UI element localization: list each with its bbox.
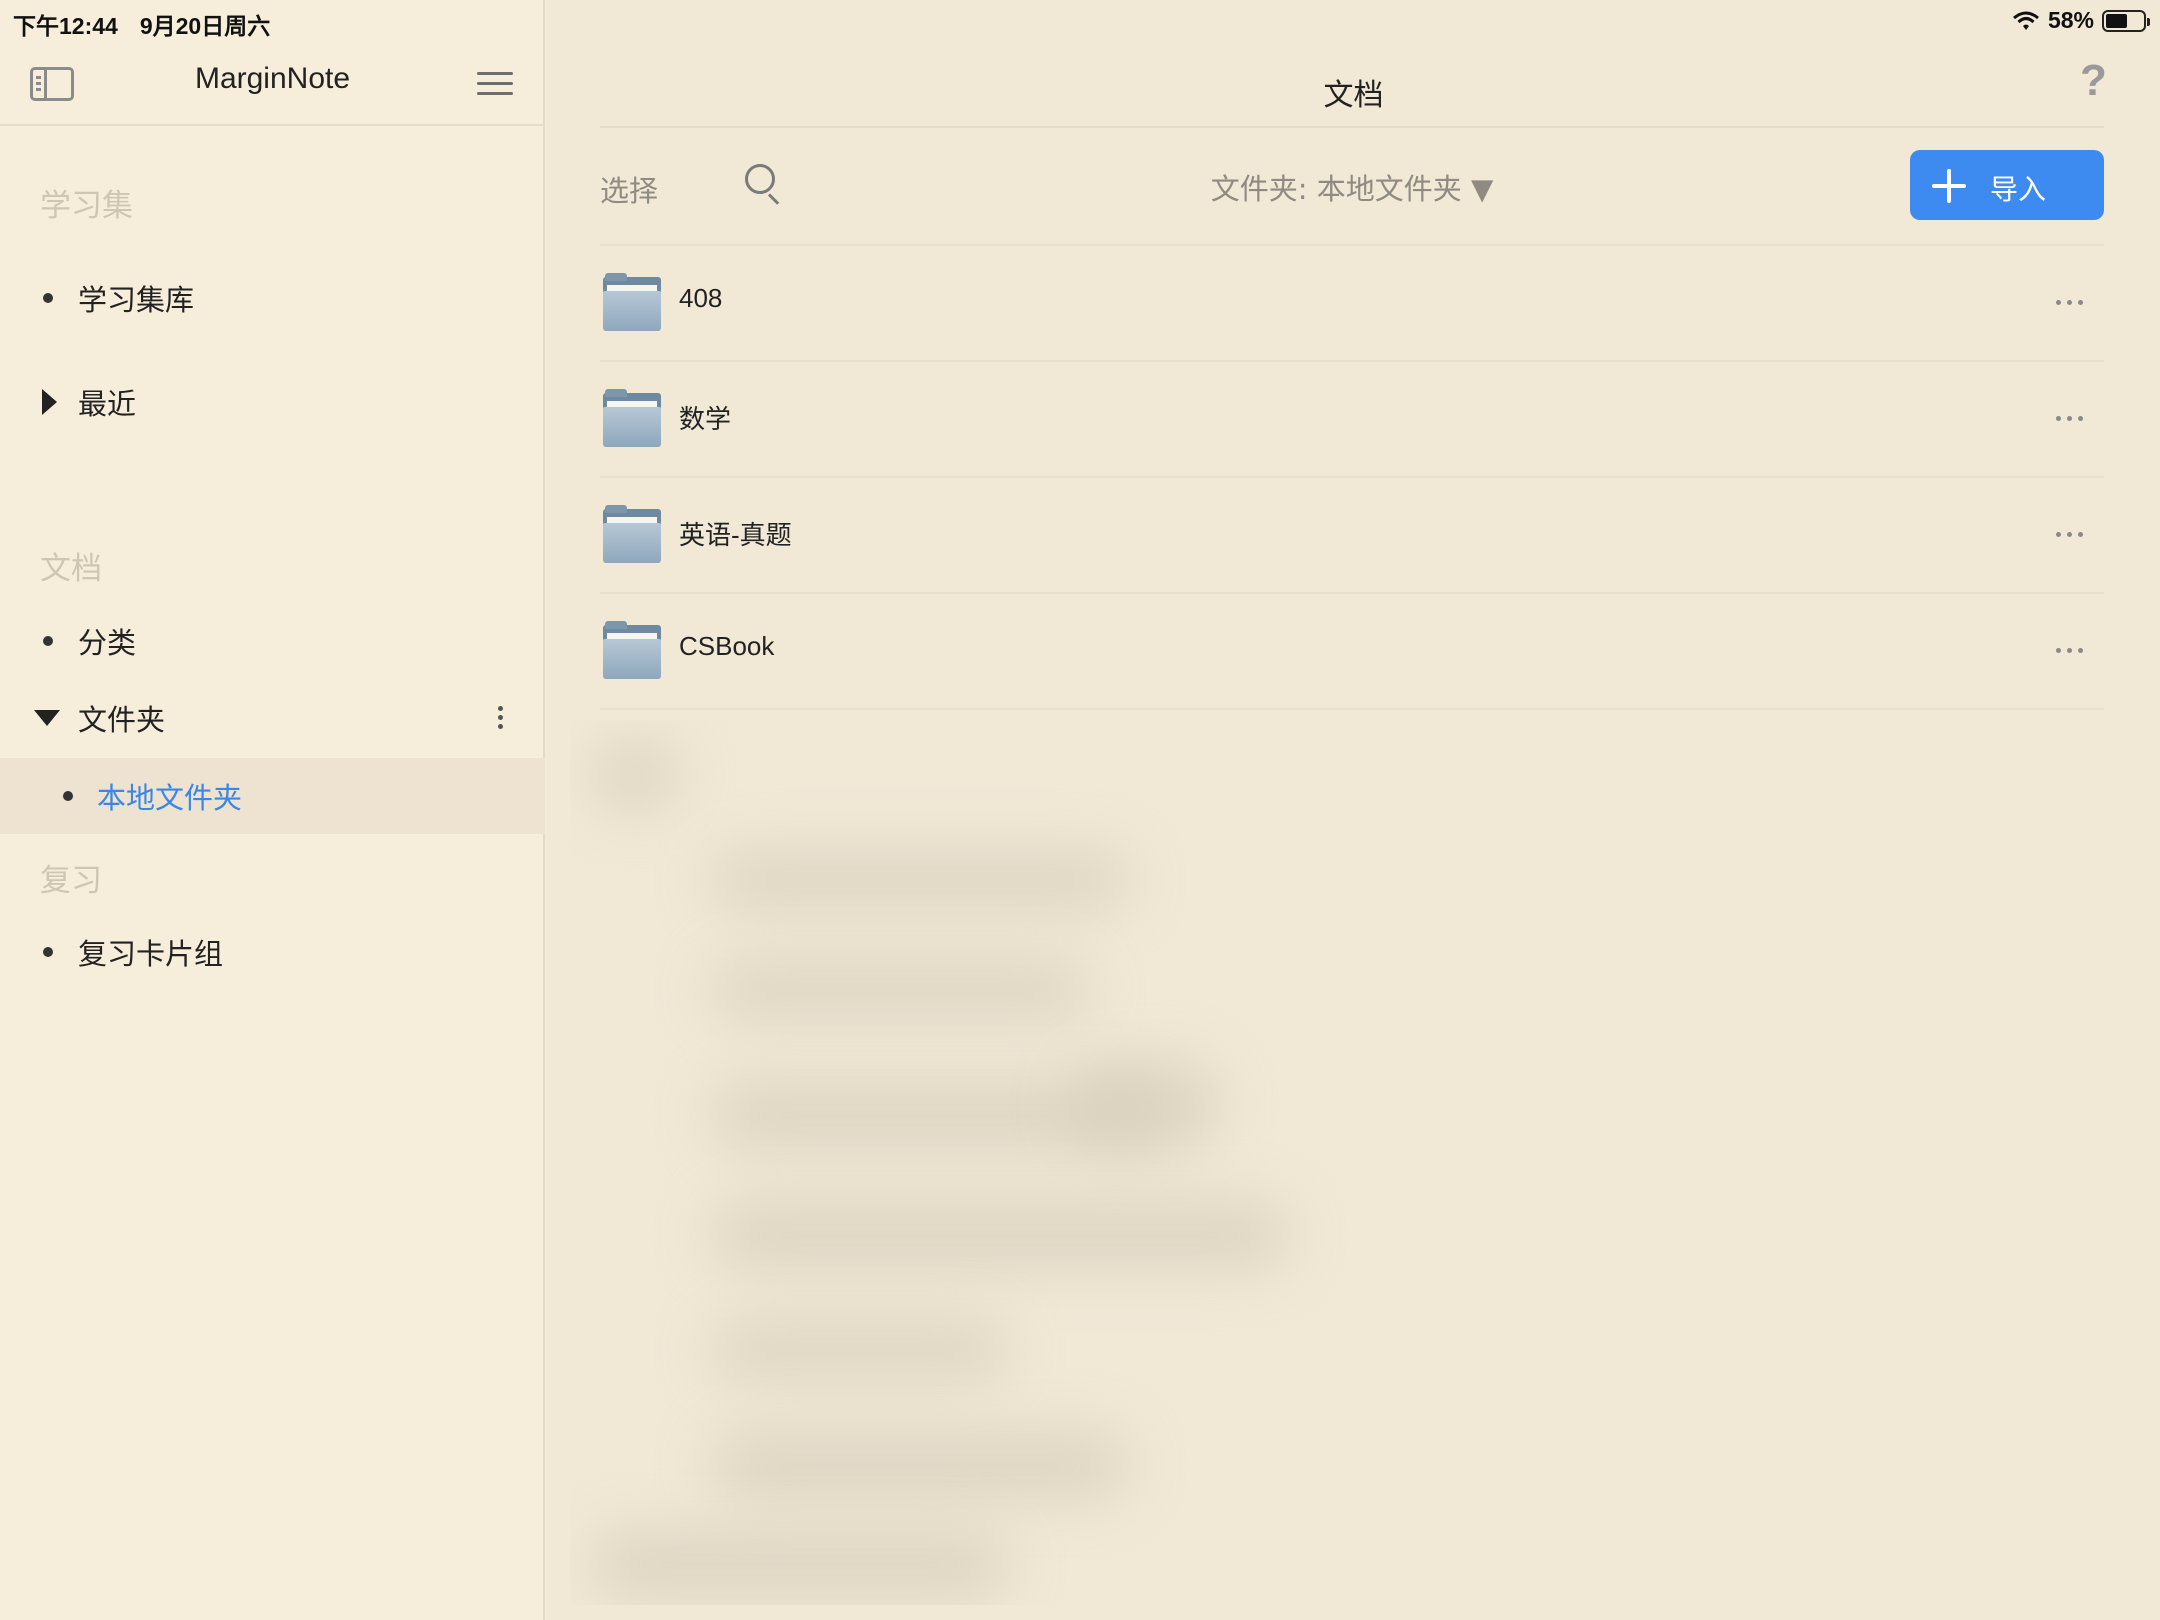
bullet-icon	[63, 791, 73, 801]
sidebar-item-label: 复习卡片组	[78, 937, 224, 971]
wifi-icon	[2012, 11, 2039, 30]
disclosure-down-icon[interactable]	[34, 710, 60, 726]
sidebar-header: MarginNote	[0, 40, 545, 126]
status-bar-right: 58%	[2012, 7, 2150, 34]
sidebar-item-recent[interactable]: 最近	[0, 372, 545, 432]
section-title-review: 复习	[40, 863, 102, 899]
blurred-content	[570, 720, 2154, 1605]
main-panel: 文档 ? 选择 文件夹: 本地文件夹 ▼ 导入 408 数学 英语-真题 CSB…	[547, 0, 2160, 1620]
section-title-documents: 文档	[40, 551, 102, 587]
sidebar-item-label: 最近	[78, 387, 137, 421]
bullet-icon	[43, 636, 53, 646]
menu-icon[interactable]	[477, 70, 513, 98]
folder-icon	[603, 621, 661, 679]
bullet-icon	[43, 293, 53, 303]
section-title-study-sets: 学习集	[40, 188, 133, 224]
file-name: 408	[679, 283, 723, 313]
file-name: CSBook	[679, 631, 775, 661]
help-icon[interactable]: ?	[2080, 56, 2107, 106]
app-title: MarginNote	[194, 62, 351, 95]
file-row-408[interactable]: 408	[600, 246, 2104, 362]
status-bar-left: 下午12:44 9月20日周六	[13, 7, 270, 41]
sidebar-item-library[interactable]: 学习集库	[0, 268, 545, 328]
bullet-icon	[43, 947, 53, 957]
sidebar-item-folders[interactable]: 文件夹	[0, 688, 545, 748]
kebab-icon[interactable]	[498, 706, 504, 730]
plus-icon	[1932, 169, 1966, 203]
sidebar-item-label: 学习集库	[78, 283, 195, 317]
more-icon[interactable]	[2056, 300, 2086, 306]
sidebar-item-review-decks[interactable]: 复习卡片组	[0, 922, 545, 982]
page-title: 文档	[1323, 78, 1384, 113]
disclosure-right-icon[interactable]	[42, 389, 57, 415]
status-date: 9月20日周六	[139, 13, 271, 39]
file-row-english[interactable]: 英语-真题	[600, 478, 2104, 594]
folder-icon	[603, 273, 661, 331]
sidebar-item-local-folder[interactable]: 本地文件夹	[0, 758, 545, 834]
more-icon[interactable]	[2056, 416, 2086, 422]
folder-icon	[603, 505, 661, 563]
more-icon[interactable]	[2056, 648, 2086, 654]
file-name: 数学	[679, 404, 732, 434]
import-button[interactable]: 导入	[1910, 150, 2104, 220]
folder-icon	[603, 389, 661, 447]
battery-fill	[2106, 13, 2127, 28]
import-label: 导入	[1990, 173, 2047, 206]
sidebar: MarginNote 学习集 学习集库 最近 文档 分类 文件夹 本地文件夹 复…	[0, 0, 545, 1620]
sidebar-item-label: 文件夹	[78, 703, 166, 737]
sidebar-item-label: 分类	[78, 626, 137, 660]
file-row-math[interactable]: 数学	[600, 362, 2104, 478]
battery-icon	[2102, 9, 2150, 32]
folder-filter-dropdown[interactable]: 文件夹: 本地文件夹 ▼	[600, 166, 2104, 208]
divider	[600, 126, 2104, 128]
status-time: 下午12:44	[13, 13, 118, 39]
sidebar-item-categories[interactable]: 分类	[0, 611, 545, 671]
toolbar: 选择 文件夹: 本地文件夹 ▼ 导入	[600, 146, 2104, 224]
file-name: 英语-真题	[679, 520, 792, 550]
battery-percent: 58%	[2047, 7, 2094, 33]
sidebar-item-label: 本地文件夹	[97, 781, 243, 815]
status-bar: 下午12:44 9月20日周六 58%	[0, 0, 2160, 40]
more-icon[interactable]	[2056, 532, 2086, 538]
file-row-csbook[interactable]: CSBook	[600, 594, 2104, 710]
